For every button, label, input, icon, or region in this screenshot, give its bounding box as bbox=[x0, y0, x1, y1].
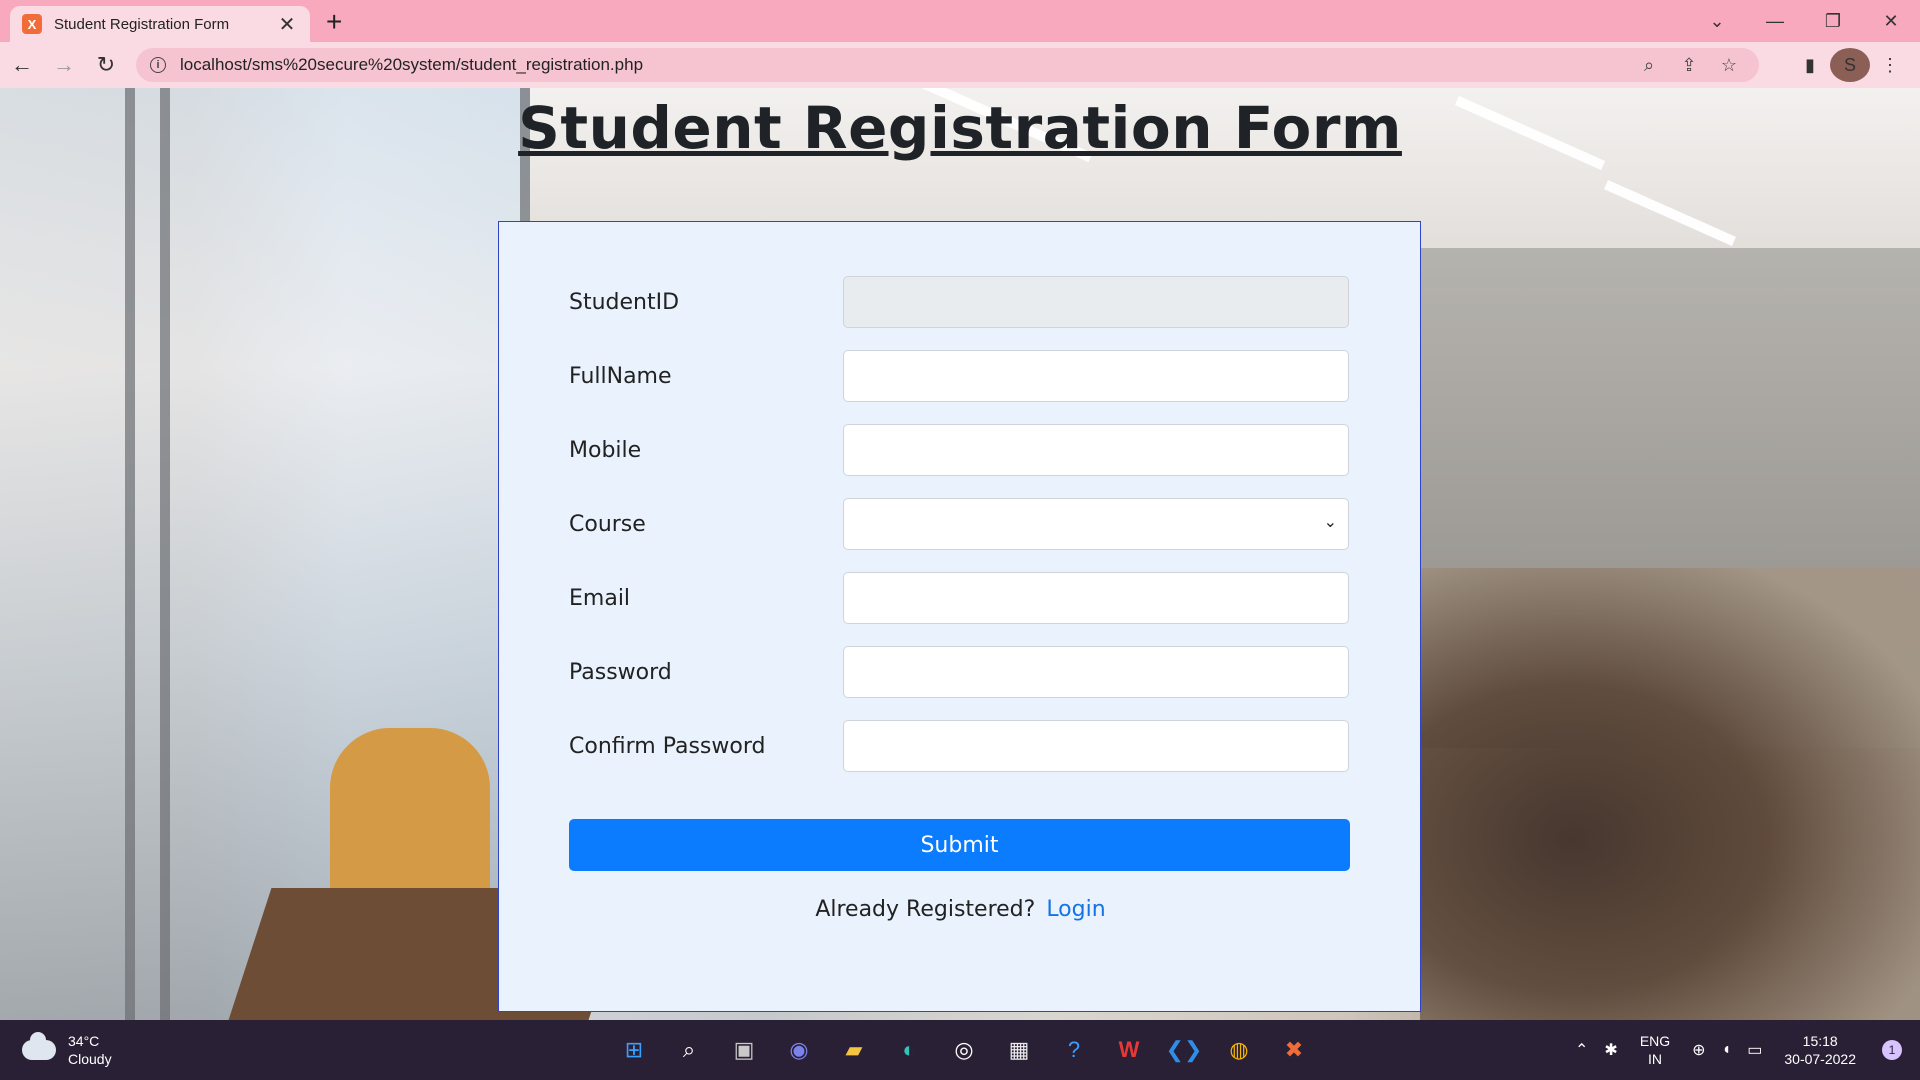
system-tray: ⌃ ✱ ENG IN ⊕ ◖ ▭ 15:18 30-07-2022 1 bbox=[1567, 1020, 1902, 1080]
new-tab-icon[interactable]: + bbox=[326, 6, 342, 38]
chevron-up-icon[interactable]: ⌃ bbox=[1575, 1040, 1588, 1060]
edge-browser-icon[interactable]: ◐ bbox=[887, 1028, 931, 1072]
clock-date: 30-07-2022 bbox=[1784, 1051, 1856, 1067]
form-row-email: Email bbox=[569, 572, 1349, 624]
language-code: ENG bbox=[1639, 1033, 1671, 1049]
tray-app-icon[interactable]: ✱ bbox=[1604, 1040, 1617, 1060]
background-window-mullion bbox=[160, 88, 170, 1020]
share-icon[interactable]: ⇪ bbox=[1669, 48, 1709, 82]
browser-toolbar: ← → ↻ i localhost/sms%20secure%20system/… bbox=[0, 42, 1920, 88]
tab-close-icon[interactable]: ✕ bbox=[276, 12, 298, 37]
vscode-icon[interactable]: ❮❯ bbox=[1162, 1028, 1206, 1072]
avatar: S bbox=[1830, 48, 1870, 82]
studentid-field[interactable] bbox=[843, 276, 1349, 328]
minimize-icon[interactable]: — bbox=[1746, 0, 1804, 42]
github-icon[interactable]: ◎ bbox=[942, 1028, 986, 1072]
tab-search-icon[interactable]: ⌄ bbox=[1688, 0, 1746, 42]
email-label: Email bbox=[569, 585, 631, 611]
form-row-mobile: Mobile bbox=[569, 424, 1349, 476]
window-controls: ⌄ — ❐ ✕ bbox=[1688, 0, 1920, 42]
confirm-password-field[interactable] bbox=[843, 720, 1349, 772]
xampp-favicon-icon: X bbox=[22, 14, 42, 34]
windows-start-icon[interactable]: ⊞ bbox=[612, 1028, 656, 1072]
cloud-icon bbox=[22, 1032, 56, 1060]
clock[interactable]: 15:18 30-07-2022 bbox=[1784, 1032, 1856, 1068]
file-explorer-icon[interactable]: ▰ bbox=[832, 1028, 876, 1072]
notification-badge[interactable]: 1 bbox=[1882, 1040, 1902, 1060]
language-region: IN bbox=[1648, 1051, 1662, 1067]
registration-form: StudentID FullName Mobile Course ⌄ Email… bbox=[498, 221, 1421, 1012]
course-label: Course bbox=[569, 511, 646, 537]
course-select[interactable]: ⌄ bbox=[843, 498, 1349, 550]
battery-icon[interactable]: ▭ bbox=[1747, 1040, 1762, 1060]
back-icon[interactable]: ← bbox=[2, 45, 42, 85]
close-window-icon[interactable]: ✕ bbox=[1862, 0, 1920, 42]
task-view-icon[interactable]: ▣ bbox=[722, 1028, 766, 1072]
side-panel-icon[interactable]: ▮ bbox=[1790, 48, 1830, 82]
already-registered-text: Already Registered? bbox=[815, 897, 1036, 922]
page-viewport: Student Registration Form StudentID Full… bbox=[0, 88, 1920, 1020]
profile-button[interactable]: S bbox=[1830, 48, 1870, 82]
forward-icon[interactable]: → bbox=[44, 45, 84, 85]
language-indicator[interactable]: ENG IN bbox=[1640, 1032, 1670, 1068]
fullname-label: FullName bbox=[569, 363, 672, 389]
submit-button[interactable]: Submit bbox=[569, 819, 1350, 871]
password-label: Password bbox=[569, 659, 672, 685]
microsoft-store-icon[interactable]: ▦ bbox=[997, 1028, 1041, 1072]
fullname-field[interactable] bbox=[843, 350, 1349, 402]
form-row-password: Password bbox=[569, 646, 1349, 698]
site-info-icon[interactable]: i bbox=[150, 57, 166, 73]
wps-office-icon[interactable]: W bbox=[1107, 1028, 1151, 1072]
bookmark-star-icon[interactable]: ☆ bbox=[1709, 48, 1749, 82]
xampp-icon[interactable]: ✖ bbox=[1272, 1028, 1316, 1072]
clock-time: 15:18 bbox=[1802, 1033, 1838, 1049]
teams-chat-icon[interactable]: ◉ bbox=[777, 1028, 821, 1072]
page-title: Student Registration Form bbox=[518, 94, 1402, 162]
login-prompt: Already Registered? Login bbox=[499, 897, 1422, 922]
chrome-icon[interactable]: ◍ bbox=[1217, 1028, 1261, 1072]
background-photo-people bbox=[1420, 568, 1920, 1020]
form-row-fullname: FullName bbox=[569, 350, 1349, 402]
email-field[interactable] bbox=[843, 572, 1349, 624]
mobile-field[interactable] bbox=[843, 424, 1349, 476]
weather-condition: Cloudy bbox=[68, 1051, 112, 1067]
tab-title: Student Registration Form bbox=[54, 15, 230, 33]
volume-icon[interactable]: ◖ bbox=[1722, 1041, 1732, 1059]
globe-network-icon[interactable]: ⊕ bbox=[1692, 1040, 1705, 1060]
menu-kebab-icon[interactable]: ⋮ bbox=[1870, 48, 1910, 82]
taskbar-apps: ⊞ ⌕ ▣ ◉ ▰ ◐ ◎ ▦ ? W ❮❯ ◍ ✖ bbox=[612, 1028, 1327, 1072]
mobile-label: Mobile bbox=[569, 437, 642, 463]
address-bar[interactable]: i localhost/sms%20secure%20system/studen… bbox=[136, 48, 1759, 82]
reload-icon[interactable]: ↻ bbox=[86, 45, 126, 85]
confirm-password-label: Confirm Password bbox=[569, 733, 766, 759]
help-app-icon[interactable]: ? bbox=[1052, 1028, 1096, 1072]
weather-widget[interactable]: 34°C Cloudy bbox=[22, 1032, 112, 1068]
form-row-studentid: StudentID bbox=[569, 276, 1349, 328]
form-row-course: Course ⌄ bbox=[569, 498, 1349, 550]
password-field[interactable] bbox=[843, 646, 1349, 698]
browser-tabbar: X Student Registration Form ✕ + ⌄ — ❐ ✕ bbox=[0, 0, 1920, 42]
restore-icon[interactable]: ❐ bbox=[1804, 0, 1862, 42]
taskbar: 34°C Cloudy ⊞ ⌕ ▣ ◉ ▰ ◐ ◎ ▦ ? W ❮❯ ◍ ✖ ⌃… bbox=[0, 1020, 1920, 1080]
search-icon[interactable]: ⌕ bbox=[667, 1028, 711, 1072]
course-select-value[interactable] bbox=[843, 498, 1349, 550]
url-text[interactable]: localhost/sms%20secure%20system/student_… bbox=[180, 55, 1629, 75]
browser-tab[interactable]: X Student Registration Form ✕ bbox=[10, 6, 310, 42]
login-link[interactable]: Login bbox=[1046, 897, 1105, 922]
zoom-icon[interactable]: ⌕ bbox=[1629, 48, 1669, 82]
background-window-mullion bbox=[125, 88, 135, 1020]
studentid-label: StudentID bbox=[569, 289, 680, 315]
form-row-confirm-password: Confirm Password bbox=[569, 720, 1349, 772]
weather-temperature: 34°C bbox=[68, 1033, 100, 1049]
